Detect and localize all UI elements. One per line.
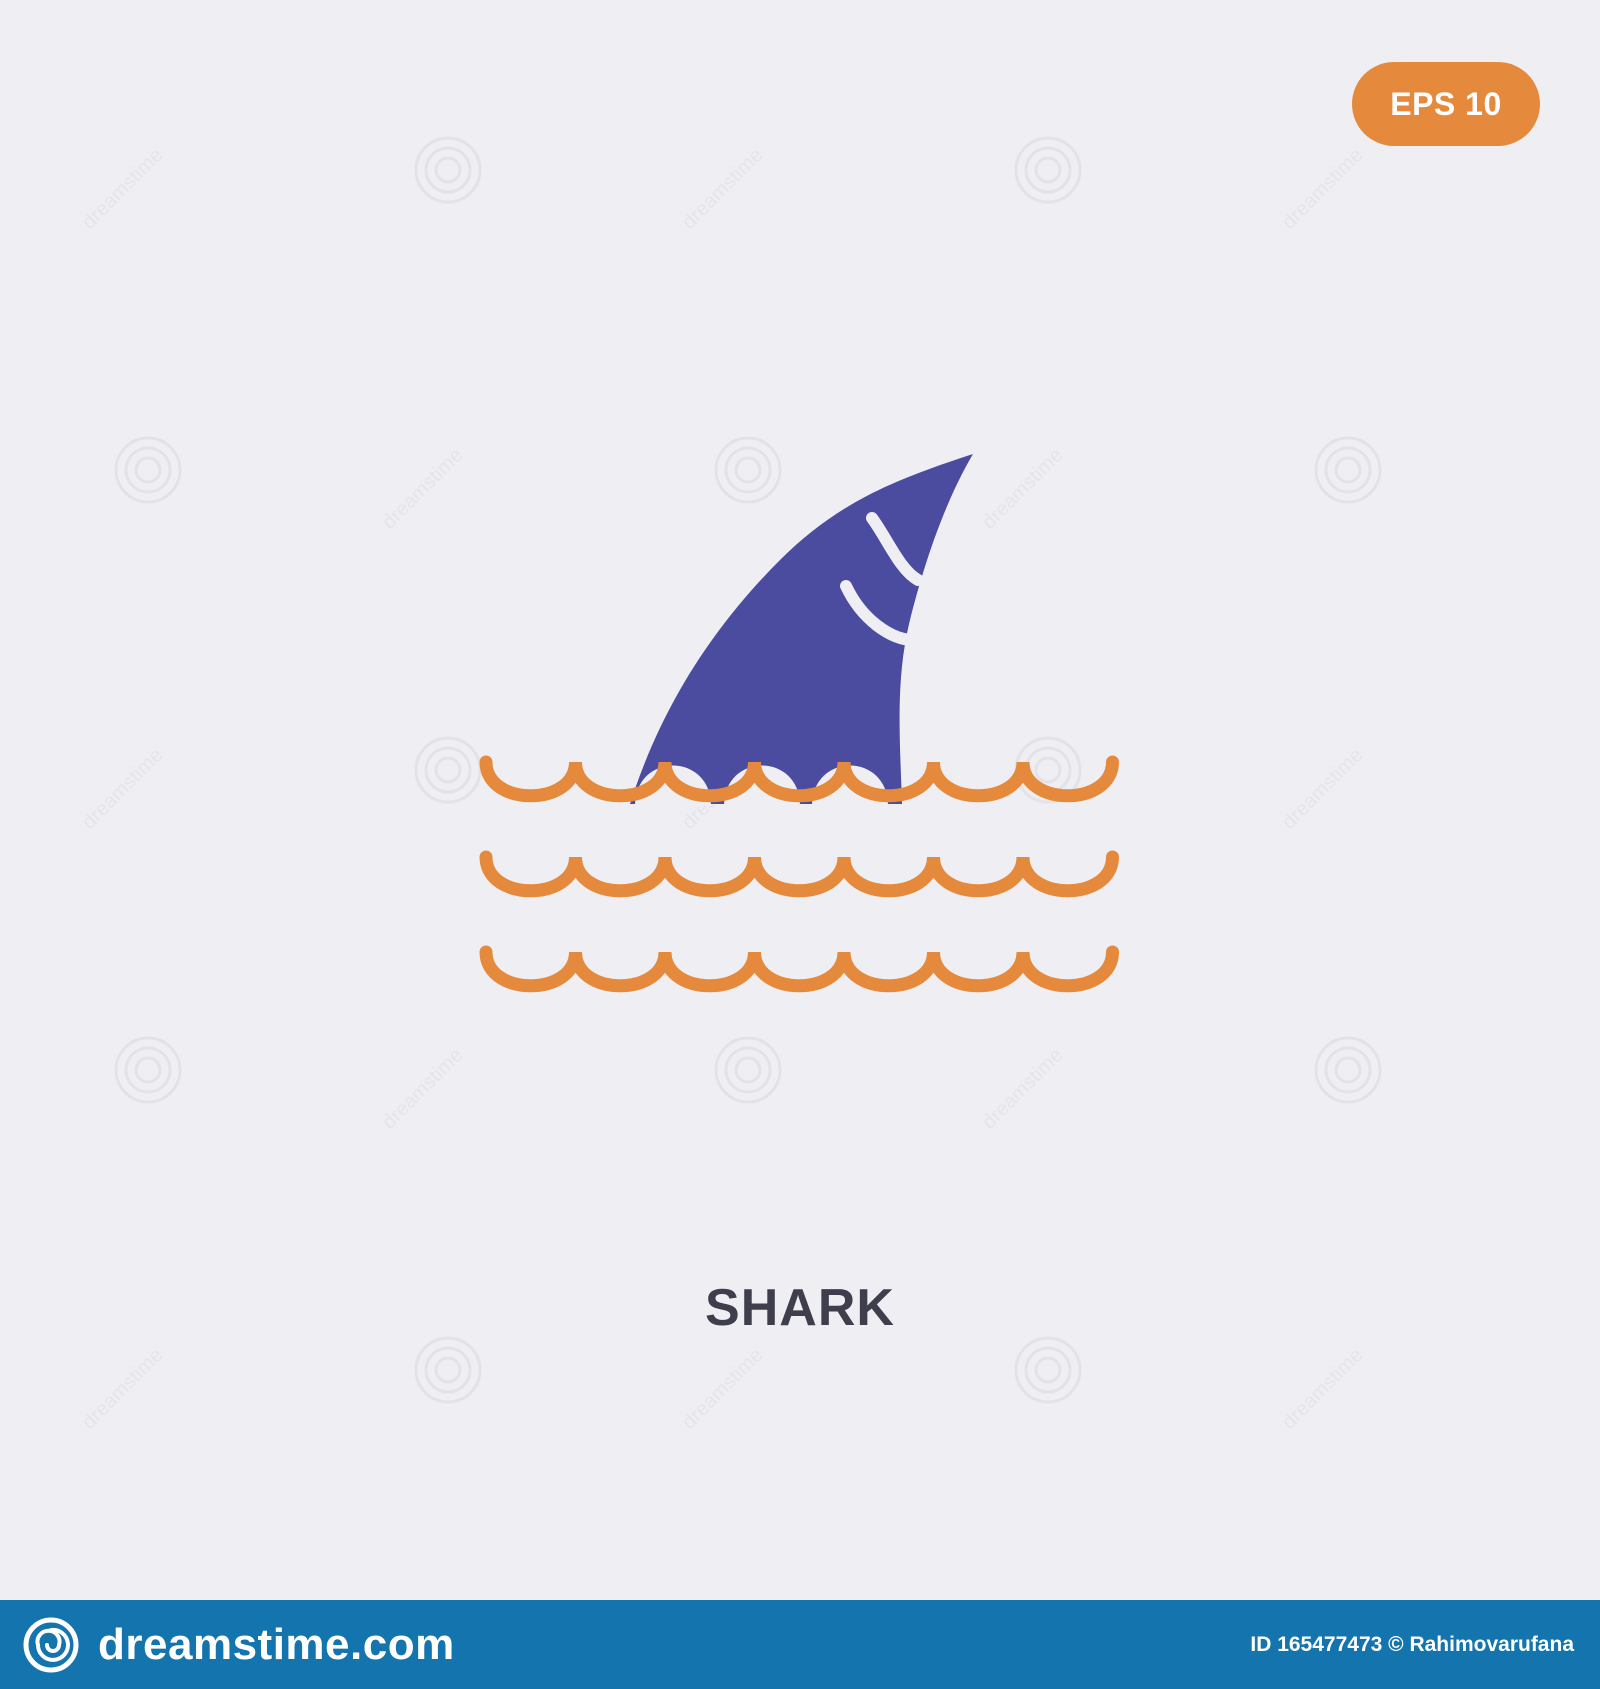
eps-badge: EPS 10	[1352, 62, 1540, 146]
footer-bar: dreamstime.com ID 165477473 © Rahimovaru…	[0, 1600, 1600, 1689]
dreamstime-spiral-icon	[23, 1617, 79, 1672]
icon-caption: SHARK	[705, 1279, 895, 1337]
wave-row	[479, 850, 1119, 898]
brand-name: dreamstime.com	[98, 1619, 455, 1669]
brand[interactable]: dreamstime.com	[22, 1616, 455, 1674]
wave-row	[479, 945, 1119, 993]
shark-icon	[470, 440, 1130, 1040]
shark-fin-shape	[630, 454, 973, 804]
image-credit: ID 165477473 © Rahimovarufana	[1250, 1632, 1574, 1656]
